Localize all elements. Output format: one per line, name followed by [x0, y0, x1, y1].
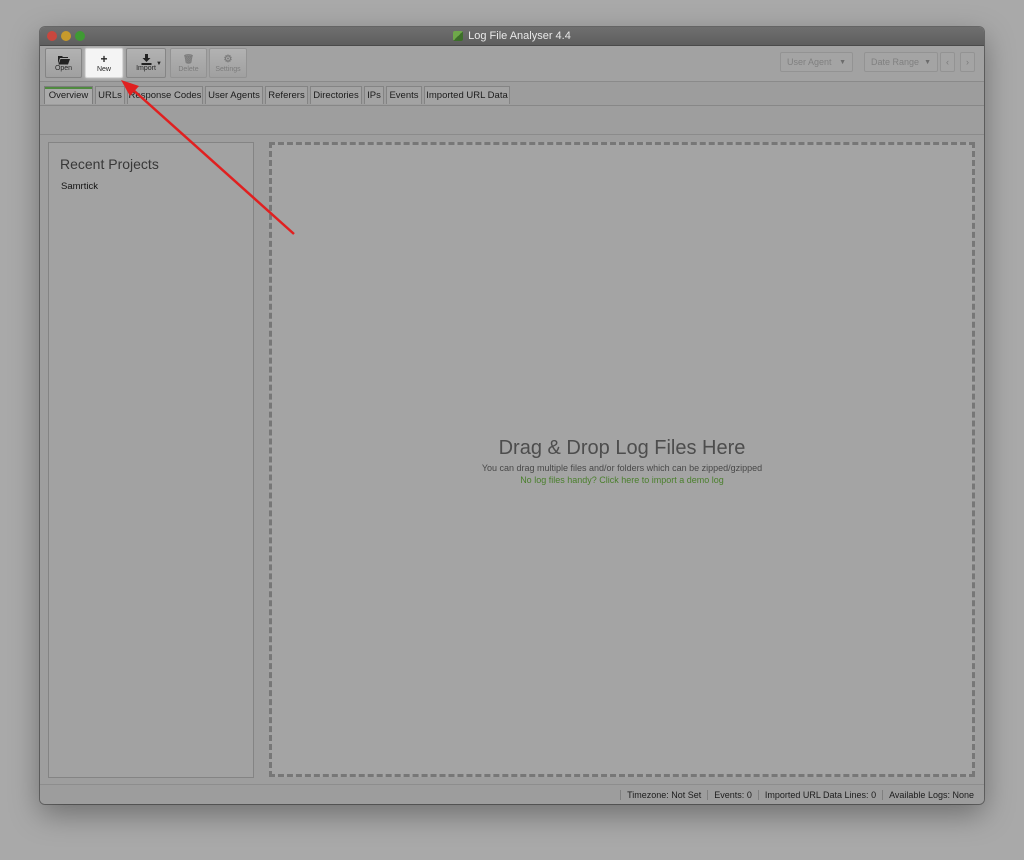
annotation-arrow: [121, 80, 295, 235]
